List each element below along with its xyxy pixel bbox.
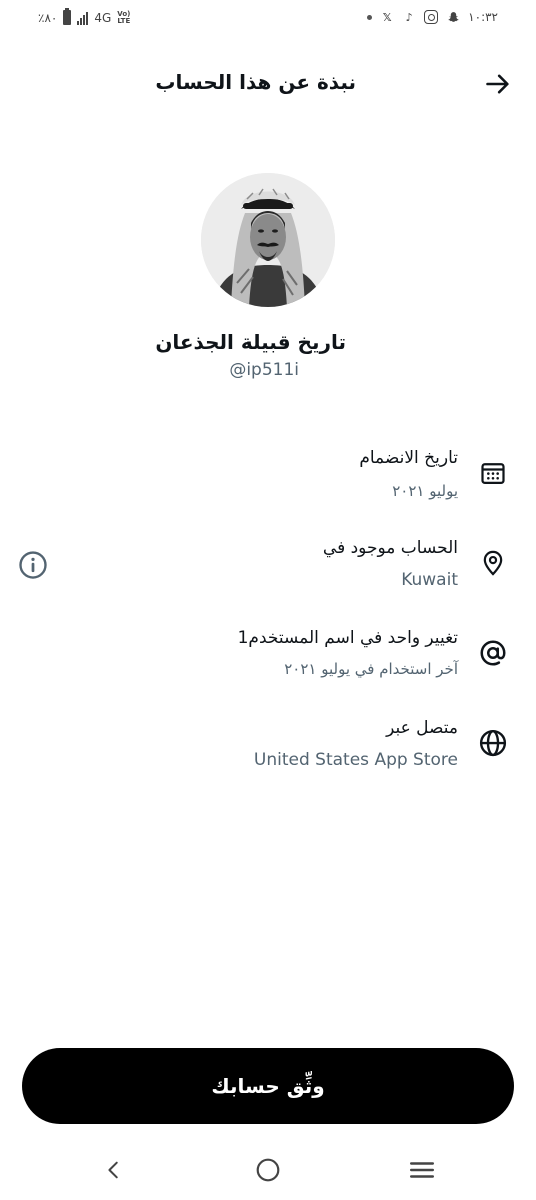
network-type: 4G [94, 10, 112, 25]
username-handle: @ip511i [229, 360, 299, 380]
display-name: تاريخ قبيلة الجذعان [155, 330, 346, 354]
chevron-left-icon [108, 1161, 118, 1179]
system-nav-bar [0, 1138, 536, 1200]
arrow-right-icon [486, 74, 509, 94]
account-location-title: الحساب موجود في [322, 538, 458, 558]
connected-via-title: متصل عبر [386, 718, 458, 738]
join-date-title: تاريخ الانضمام [359, 448, 458, 468]
info-button[interactable] [18, 550, 48, 580]
volte-bottom: LTE [117, 16, 131, 25]
header: نبذة عن هذا الحساب [0, 60, 536, 110]
volte-icon: Vo) LTE [117, 10, 131, 25]
info-circle-icon [19, 551, 47, 579]
join-date-value: يوليو ٢٠٢١ [392, 482, 458, 500]
snapchat-icon [446, 10, 460, 24]
nav-recents-button[interactable] [402, 1150, 442, 1190]
verify-account-label: وثِّق حسابك [211, 1074, 325, 1098]
tiktok-icon: ♪ [405, 10, 413, 24]
back-button[interactable] [482, 68, 514, 100]
status-left: ٪٨٠ 4G Vo) LTE [38, 8, 131, 25]
home-circle-icon [256, 1158, 280, 1182]
status-right: 𝕏 ♪ ١٠:٣٢ [367, 10, 498, 24]
location-pin-icon [478, 548, 508, 578]
signal-icon [77, 11, 89, 25]
account-location-row: الحساب موجود في Kuwait [0, 530, 536, 600]
calendar-icon [478, 458, 508, 488]
globe-icon [478, 728, 508, 758]
battery-percent: ٪٨٠ [38, 10, 58, 25]
connected-via-row: متصل عبر United States App Store [0, 710, 536, 780]
x-app-icon: 𝕏 [382, 10, 392, 24]
username-change-title: تغيير واحد في اسم المستخدم1 [237, 628, 458, 648]
page-title: نبذة عن هذا الحساب [155, 70, 356, 94]
at-sign-icon [478, 638, 508, 668]
connected-via-value: United States App Store [253, 750, 458, 770]
notification-dot-icon [367, 14, 373, 20]
nav-home-button[interactable] [248, 1150, 288, 1190]
join-date-row: تاريخ الانضمام يوليو ٢٠٢١ [0, 440, 536, 510]
instagram-icon [424, 10, 439, 24]
avatar-portrait-image [201, 173, 335, 307]
username-change-value: آخر استخدام في يوليو ٢٠٢١ [284, 660, 458, 678]
account-location-value: Kuwait [401, 570, 458, 590]
nav-back-button[interactable] [94, 1150, 134, 1190]
menu-lines-icon [409, 1162, 435, 1178]
battery-icon [63, 8, 72, 25]
avatar[interactable] [201, 173, 335, 307]
verify-account-button[interactable]: وثِّق حسابك [22, 1048, 514, 1124]
status-bar: ٪٨٠ 4G Vo) LTE 𝕏 ♪ ١٠:٣٢ [0, 0, 536, 40]
status-time: ١٠:٣٢ [468, 10, 498, 24]
username-change-row: تغيير واحد في اسم المستخدم1 آخر استخدام … [0, 620, 536, 690]
